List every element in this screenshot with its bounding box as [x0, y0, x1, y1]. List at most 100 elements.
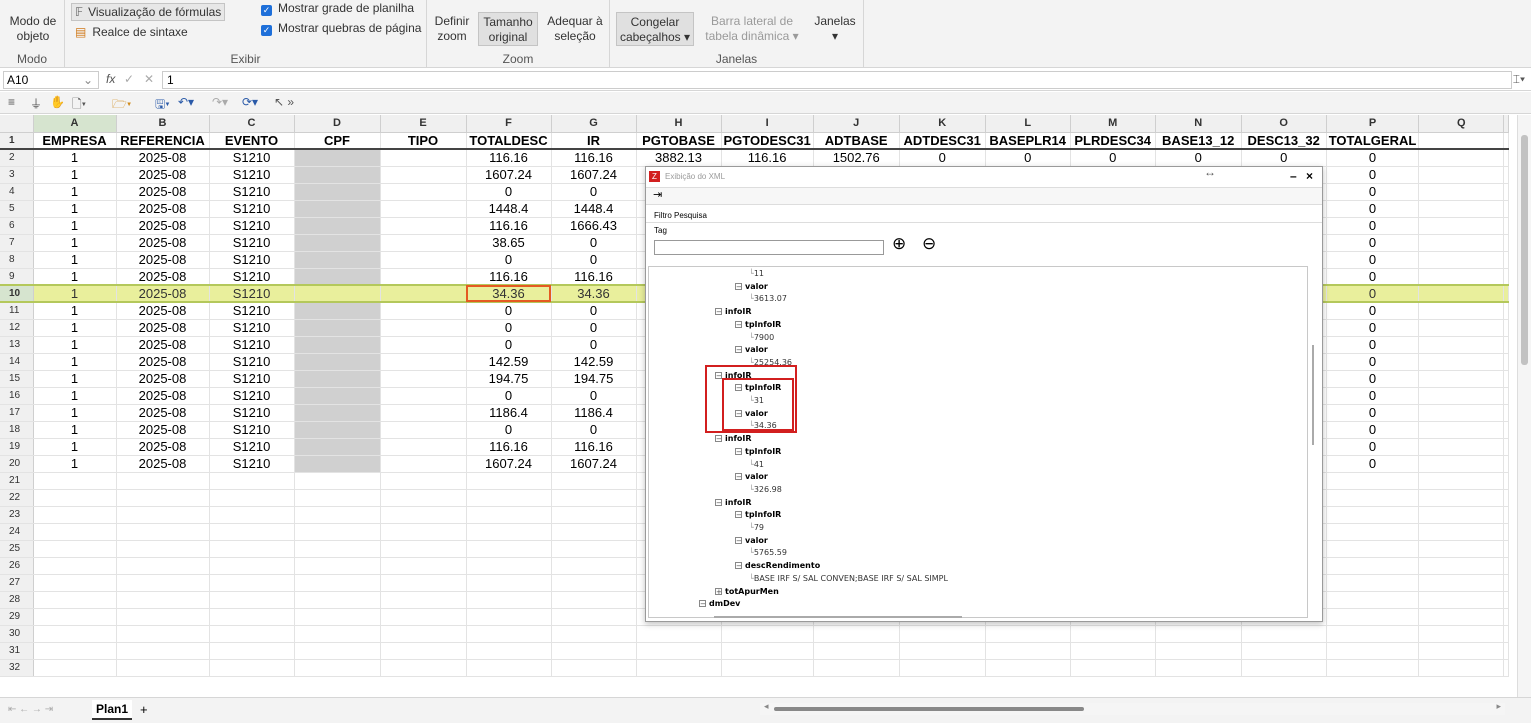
row-header[interactable]: 23 — [0, 506, 34, 524]
cell[interactable] — [209, 472, 295, 490]
cell[interactable]: 142.59 — [466, 353, 552, 371]
cell[interactable] — [294, 268, 381, 286]
cell[interactable]: 0 — [466, 251, 552, 269]
cell[interactable] — [380, 557, 467, 575]
formula-input[interactable]: 1 — [162, 71, 1512, 89]
cell[interactable]: 0 — [466, 421, 552, 439]
cell[interactable] — [1418, 234, 1505, 252]
cell[interactable] — [380, 642, 467, 660]
show-pagebreaks-checkbox[interactable]: ✓ Mostrar quebras de página — [261, 21, 421, 36]
cell[interactable] — [116, 608, 210, 626]
cell[interactable]: 2025-08 — [116, 421, 210, 439]
cell[interactable]: S1210 — [209, 284, 295, 303]
row-header[interactable]: 19 — [0, 438, 34, 456]
cell[interactable]: 0 — [1326, 234, 1420, 252]
cell[interactable] — [1503, 251, 1510, 269]
cell[interactable] — [985, 642, 1071, 660]
cell[interactable] — [551, 472, 637, 490]
cell[interactable]: 3882.13 — [636, 149, 722, 167]
row-header[interactable]: 22 — [0, 489, 34, 507]
cell[interactable]: S1210 — [209, 404, 295, 422]
cell[interactable]: S1210 — [209, 166, 295, 184]
row-header[interactable]: 14 — [0, 353, 34, 371]
cell[interactable]: 142.59 — [551, 353, 637, 371]
cell[interactable]: 0 — [466, 183, 552, 201]
cell[interactable] — [1503, 166, 1510, 184]
cell[interactable] — [380, 149, 467, 167]
cell[interactable] — [116, 472, 210, 490]
cell[interactable] — [636, 659, 722, 677]
cell[interactable] — [1503, 540, 1510, 558]
hscroll-thumb[interactable] — [774, 707, 1084, 711]
cell[interactable] — [209, 557, 295, 575]
cell[interactable]: 1 — [33, 336, 117, 354]
cell[interactable]: 1607.24 — [551, 166, 637, 184]
cell[interactable] — [294, 200, 381, 218]
cell[interactable]: 0 — [1326, 353, 1420, 371]
cell[interactable] — [380, 523, 467, 541]
cell[interactable] — [466, 523, 552, 541]
cell[interactable] — [1326, 472, 1420, 490]
cell[interactable] — [209, 659, 295, 677]
cell[interactable] — [466, 472, 552, 490]
cell[interactable]: ADTBASE — [813, 132, 900, 150]
cursor-icon[interactable]: ↖ » — [274, 95, 294, 109]
column-header-j[interactable]: J — [813, 115, 900, 133]
cell[interactable] — [294, 217, 381, 235]
cancel-icon[interactable]: ✕ — [144, 72, 154, 86]
row-header[interactable]: 20 — [0, 455, 34, 473]
cell[interactable]: 0 — [551, 421, 637, 439]
cell[interactable] — [1418, 591, 1505, 609]
xml-tree-view[interactable]: └11 − valor └3613.07 − infoIR − tpInfoIR └7900 − v… — [648, 266, 1308, 618]
cell[interactable]: S1210 — [209, 455, 295, 473]
cell[interactable] — [380, 268, 467, 286]
formula-view-toggle[interactable]: 𝔽 Visualização de fórmulas — [71, 3, 226, 21]
cell[interactable] — [294, 404, 381, 422]
row-header[interactable]: 27 — [0, 574, 34, 592]
expander-icon[interactable]: − — [735, 447, 742, 455]
cell[interactable] — [294, 523, 381, 541]
cell[interactable] — [380, 591, 467, 609]
column-header-m[interactable]: M — [1070, 115, 1156, 133]
cell[interactable]: 0 — [551, 183, 637, 201]
cell[interactable] — [380, 200, 467, 218]
fit-selection-button[interactable]: Adequar à seleção — [545, 14, 605, 44]
cell[interactable]: BASEPLR14 — [985, 132, 1071, 150]
cell[interactable] — [1418, 284, 1505, 303]
cell[interactable]: 1448.4 — [466, 200, 552, 218]
cell[interactable] — [1418, 387, 1505, 405]
cell[interactable] — [116, 523, 210, 541]
cell[interactable]: 1 — [33, 370, 117, 388]
cell[interactable] — [380, 319, 467, 337]
windows-button[interactable]: Janelas ▾ — [810, 14, 860, 44]
cell[interactable]: S1210 — [209, 387, 295, 405]
cell[interactable]: 2025-08 — [116, 302, 210, 320]
cell[interactable] — [1503, 438, 1510, 456]
cell[interactable]: 0 — [1326, 284, 1420, 303]
cell[interactable] — [116, 625, 210, 643]
column-header-f[interactable]: F — [466, 115, 552, 133]
cell[interactable] — [466, 557, 552, 575]
cell[interactable] — [466, 591, 552, 609]
cell[interactable]: 0 — [551, 251, 637, 269]
cell[interactable]: S1210 — [209, 336, 295, 354]
expander-icon[interactable]: − — [735, 511, 742, 519]
cell[interactable] — [380, 166, 467, 184]
cell[interactable]: 34.36 — [551, 284, 637, 303]
cell[interactable] — [721, 659, 814, 677]
cell[interactable] — [294, 353, 381, 371]
cell[interactable] — [380, 404, 467, 422]
cell[interactable] — [551, 506, 637, 524]
cell[interactable]: 0 — [1326, 166, 1420, 184]
cell[interactable] — [899, 625, 986, 643]
cell[interactable] — [1503, 234, 1510, 252]
cell[interactable] — [116, 642, 210, 660]
cell[interactable] — [294, 166, 381, 184]
cell[interactable] — [209, 642, 295, 660]
horizontal-scrollbar[interactable]: ◂ ▸ — [760, 701, 1505, 715]
cell[interactable] — [466, 659, 552, 677]
cell[interactable] — [1418, 540, 1505, 558]
freeze-headers-button[interactable]: Congelar cabeçalhos ▾ — [616, 12, 694, 46]
row-header[interactable]: 32 — [0, 659, 34, 677]
cell[interactable]: PLRDESC34 — [1070, 132, 1156, 150]
